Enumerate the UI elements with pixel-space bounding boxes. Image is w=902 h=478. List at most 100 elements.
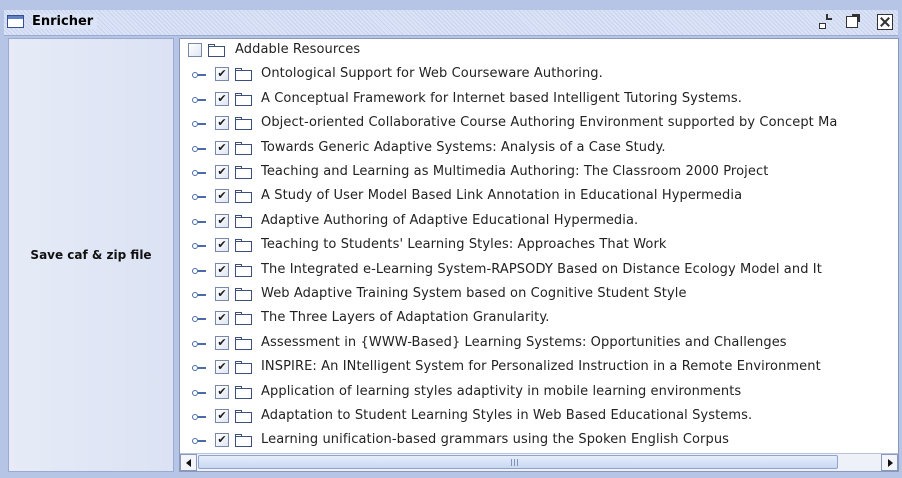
tree-item[interactable]: ✔ Teaching and Learning as Multimedia Aut…: [180, 161, 898, 185]
enricher-window: Enricher Save caf & zip file Addable Res…: [0, 0, 902, 478]
tree-item-label: A Study of User Model Based Link Annotat…: [261, 188, 743, 203]
item-checkbox[interactable]: ✔: [215, 385, 229, 399]
scrollbar-thumb[interactable]: [198, 455, 838, 469]
item-checkbox[interactable]: ✔: [215, 409, 229, 423]
expand-handle-icon[interactable]: [192, 96, 206, 104]
folder-icon: [235, 386, 252, 399]
expand-handle-icon[interactable]: [192, 193, 206, 201]
expand-handle-icon[interactable]: [192, 169, 206, 177]
item-checkbox[interactable]: ✔: [215, 360, 229, 374]
expand-handle-icon[interactable]: [192, 413, 206, 421]
item-checkbox[interactable]: ✔: [215, 214, 229, 228]
tree-item[interactable]: ✔ Application of learning styles adaptivi…: [180, 381, 898, 405]
scroll-left-arrow-icon[interactable]: [180, 454, 197, 471]
item-checkbox[interactable]: ✔: [215, 238, 229, 252]
expand-handle-icon[interactable]: [192, 364, 206, 372]
tree-item[interactable]: ✔ Learning unification-based grammars usi…: [180, 429, 898, 453]
scroll-right-arrow-icon[interactable]: [881, 454, 898, 471]
item-checkbox[interactable]: ✔: [215, 67, 229, 81]
scrollbar-grip-icon: [511, 459, 519, 466]
tree-item-label: Assessment in {WWW-Based} Learning Syste…: [261, 335, 787, 350]
window-title: Enricher: [32, 14, 98, 29]
tree-item[interactable]: ✔ The Three Layers of Adaptation Granular…: [180, 307, 898, 331]
folder-icon: [235, 434, 252, 447]
item-checkbox[interactable]: ✔: [215, 433, 229, 447]
window-icon: [7, 15, 24, 28]
tree-item[interactable]: ✔ Assessment in {WWW-Based} Learning Syst…: [180, 332, 898, 356]
expand-handle-icon[interactable]: [192, 291, 206, 299]
tree-item[interactable]: ✔ Object-oriented Collaborative Course Au…: [180, 112, 898, 136]
tree-item-label: Teaching and Learning as Multimedia Auth…: [261, 164, 769, 179]
item-checkbox[interactable]: ✔: [215, 336, 229, 350]
folder-icon: [235, 239, 252, 252]
folder-icon: [235, 93, 252, 106]
resource-tree: Addable Resources ✔ Ontological Support f…: [180, 39, 898, 453]
folder-icon: [235, 312, 252, 325]
tree-item-label: Learning unification-based grammars usin…: [261, 432, 730, 447]
tree-item[interactable]: ✔ INSPIRE: An INtelligent System for Pers…: [180, 356, 898, 380]
folder-icon: [235, 68, 252, 81]
folder-icon: [235, 117, 252, 130]
folder-icon: [235, 166, 252, 179]
expand-handle-icon[interactable]: [192, 340, 206, 348]
close-icon[interactable]: [877, 14, 893, 30]
expand-handle-icon[interactable]: [192, 242, 206, 250]
tree-item[interactable]: ✔ A Conceptual Framework for Internet bas…: [180, 88, 898, 112]
tree-item-label: Web Adaptive Training System based on Co…: [261, 286, 687, 301]
tree-item-label: Application of learning styles adaptivit…: [261, 384, 742, 399]
folder-icon: [235, 142, 252, 155]
folder-icon: [235, 215, 252, 228]
tree-item[interactable]: ✔ Ontological Support for Web Courseware …: [180, 63, 898, 87]
tree-item-label: Adaptation to Student Learning Styles in…: [261, 408, 753, 423]
folder-icon: [235, 337, 252, 350]
tree-item-label: The Three Layers of Adaptation Granulari…: [261, 310, 550, 325]
tree-item-label: Ontological Support for Web Courseware A…: [261, 66, 603, 81]
folder-icon: [235, 361, 252, 374]
tree-item-label: Teaching to Students' Learning Styles: A…: [261, 237, 667, 252]
tree-item-label: Object-oriented Collaborative Course Aut…: [261, 115, 838, 130]
tree-item[interactable]: ✔ Web Adaptive Training System based on C…: [180, 283, 898, 307]
item-checkbox[interactable]: ✔: [215, 92, 229, 106]
folder-icon: [208, 44, 225, 57]
tree-item[interactable]: ✔ Teaching to Students' Learning Styles: …: [180, 234, 898, 258]
root-checkbox[interactable]: [188, 43, 202, 57]
item-checkbox[interactable]: ✔: [215, 141, 229, 155]
tree-item[interactable]: ✔ Adaptation to Student Learning Styles i…: [180, 405, 898, 429]
item-checkbox[interactable]: ✔: [215, 189, 229, 203]
tree-root-label: Addable Resources: [235, 42, 361, 57]
tree-item-label: Adaptive Authoring of Adaptive Education…: [261, 213, 639, 228]
title-bar[interactable]: Enricher: [4, 10, 898, 36]
tree-item-label: Towards Generic Adaptive Systems: Analys…: [261, 140, 666, 155]
expand-handle-icon[interactable]: [192, 145, 206, 153]
horizontal-scrollbar[interactable]: [180, 453, 898, 471]
tree-item[interactable]: ✔ Adaptive Authoring of Adaptive Educatio…: [180, 210, 898, 234]
tree-item-label: The Integrated e-Learning System-RAPSODY…: [261, 262, 822, 277]
tree-item[interactable]: ✔ The Integrated e-Learning System-RAPSOD…: [180, 259, 898, 283]
left-panel: Save caf & zip file: [8, 38, 174, 472]
folder-icon: [235, 264, 252, 277]
tree-panel: Addable Resources ✔ Ontological Support f…: [179, 38, 899, 472]
expand-handle-icon[interactable]: [192, 71, 206, 79]
tree-item[interactable]: ✔ A Study of User Model Based Link Annota…: [180, 185, 898, 209]
maximize-icon[interactable]: [846, 14, 862, 30]
folder-icon: [235, 190, 252, 203]
tree-item[interactable]: ✔ Towards Generic Adaptive Systems: Analy…: [180, 137, 898, 161]
tree-item-label: A Conceptual Framework for Internet base…: [261, 91, 743, 106]
tree-root[interactable]: Addable Resources: [180, 39, 898, 63]
item-checkbox[interactable]: ✔: [215, 311, 229, 325]
expand-handle-icon[interactable]: [192, 218, 206, 226]
expand-handle-icon[interactable]: [192, 437, 206, 445]
expand-handle-icon[interactable]: [192, 120, 206, 128]
expand-handle-icon[interactable]: [192, 389, 206, 397]
item-checkbox[interactable]: ✔: [215, 116, 229, 130]
item-checkbox[interactable]: ✔: [215, 263, 229, 277]
item-checkbox[interactable]: ✔: [215, 165, 229, 179]
folder-icon: [235, 410, 252, 423]
expand-handle-icon[interactable]: [192, 315, 206, 323]
iconify-icon[interactable]: [818, 14, 834, 30]
tree-item-label: INSPIRE: An INtelligent System for Perso…: [261, 359, 821, 374]
expand-handle-icon[interactable]: [192, 267, 206, 275]
save-caf-zip-button[interactable]: Save caf & zip file: [9, 39, 173, 471]
folder-icon: [235, 288, 252, 301]
item-checkbox[interactable]: ✔: [215, 287, 229, 301]
